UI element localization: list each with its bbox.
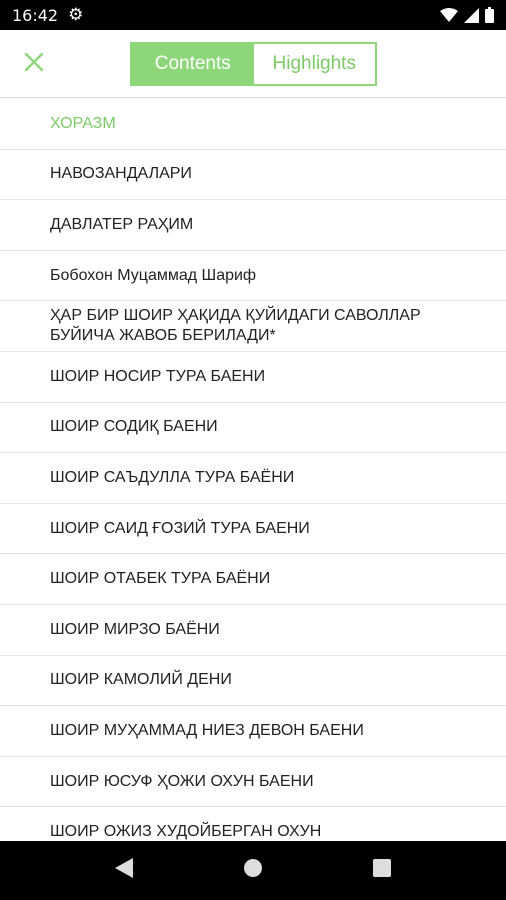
tab-highlights[interactable]: Highlights — [253, 44, 375, 84]
list-item[interactable]: ХОРАЗМ — [0, 99, 506, 150]
list-item[interactable]: ШОИР МУҲАММАД НИЕЗ ДЕВОН БАЕНИ — [0, 706, 506, 757]
toolbar: Contents Highlights — [0, 30, 506, 98]
list-item[interactable]: Бобохон Муцаммад Шариф — [0, 251, 506, 302]
back-button[interactable] — [104, 851, 144, 891]
close-button[interactable] — [18, 48, 50, 80]
tab-contents[interactable]: Contents — [132, 44, 254, 84]
list-item[interactable]: НАВОЗАНДАЛАРИ — [0, 150, 506, 201]
battery-icon — [485, 7, 494, 23]
home-icon — [243, 858, 263, 883]
status-time: 16:42 — [12, 5, 59, 25]
list-item[interactable]: ШОИР ЮСУФ ҲОЖИ ОХУН БАЕНИ — [0, 757, 506, 808]
list-item[interactable]: ШОИР ОТАБЕК ТУРА БАЁНИ — [0, 554, 506, 605]
navigation-bar — [0, 841, 506, 900]
recents-button[interactable] — [362, 851, 402, 891]
segmented-control: Contents Highlights — [130, 42, 377, 86]
list-item[interactable]: ШОИР НОСИР ТУРА БАЕНИ — [0, 352, 506, 403]
status-icons — [440, 7, 494, 23]
list-item[interactable]: ДАВЛАТЕР РАҲИМ — [0, 200, 506, 251]
list-item[interactable]: ШОИР СОДИҚ БАЕНИ — [0, 403, 506, 454]
list-item[interactable]: ШОИР МИРЗО БАЁНИ — [0, 605, 506, 656]
list-item[interactable]: ШОИР САИД ҒОЗИЙ ТУРА БАЕНИ — [0, 504, 506, 555]
wifi-icon — [440, 8, 458, 22]
list-item[interactable]: ШОИР САЪДУЛЛА ТУРА БАЁНИ — [0, 453, 506, 504]
signal-icon — [464, 7, 479, 23]
back-icon — [115, 858, 134, 883]
list-item[interactable]: ҲАР БИР ШОИР ҲАҚИДА ҚУЙИДАГИ САВОЛЛАР БУ… — [0, 301, 506, 352]
gear-icon: ⚙ — [68, 5, 84, 25]
list-item[interactable]: ШОИР КАМОЛИЙ ДЕНИ — [0, 656, 506, 707]
close-icon — [24, 52, 44, 77]
home-button[interactable] — [233, 851, 273, 891]
recents-icon — [372, 859, 391, 882]
toc-list: ХОРАЗМ НАВОЗАНДАЛАРИ ДАВЛАТЕР РАҲИМ Бобо… — [0, 99, 506, 841]
status-bar: 16:42 ⚙ — [0, 0, 506, 30]
list-item[interactable]: ШОИР ОЖИЗ ХУДОЙБЕРГАН ОХУН — [0, 807, 506, 841]
